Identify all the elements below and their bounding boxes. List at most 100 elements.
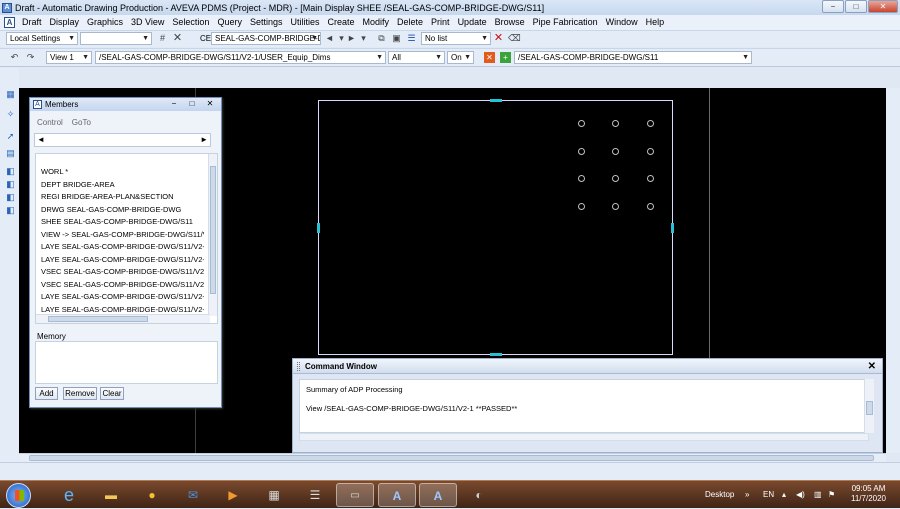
list-item-current[interactable]: VIEW -> SEAL-GAS-COMP-BRIDGE-DWG/S11/V2 [41,229,204,241]
drag-grip-icon[interactable] [297,362,300,371]
command-output[interactable]: Summary of ADP Processing View /SEAL-GAS… [299,379,869,433]
menu-display[interactable]: Display [46,15,84,30]
menu-update[interactable]: Update [454,15,491,30]
volume-icon[interactable]: ◀) [796,481,805,509]
language-indicator[interactable]: EN [763,481,774,509]
maximize-button[interactable]: □ [184,99,200,109]
list-item[interactable]: LAYE SEAL-GAS-COMP-BRIDGE-DWG/S11/V2- [41,241,204,253]
sheet-combo[interactable]: /SEAL-GAS-COMP-BRIDGE-DWG/S11 ▼ [514,51,752,64]
sheet-handle[interactable] [671,223,674,233]
clear-button[interactable]: Clear [100,387,124,400]
list-item[interactable]: REGI BRIDGE-AREA-PLAN&SECTION [41,191,204,203]
members-menu-goto[interactable]: GoTo [72,118,91,127]
document-icon[interactable]: ☰ [296,483,334,507]
memory-list[interactable] [35,341,218,384]
delete-red-x-icon[interactable]: ✕ [493,33,504,44]
list-item[interactable]: DRWG SEAL-GAS-COMP-BRIDGE-DWG [41,204,204,216]
arrow-tool-icon[interactable]: ➚ [5,131,16,142]
scrollbar-thumb[interactable] [48,316,148,322]
list-item[interactable]: LAYE SEAL-GAS-COMP-BRIDGE-DWG/S11/V2- [41,254,204,266]
menu-create[interactable]: Create [324,15,359,30]
close-icon[interactable]: ✕ [868,359,876,374]
list-item[interactable]: DEPT BRIDGE-AREA [41,179,204,191]
hash-icon[interactable]: # [157,33,168,44]
layer-tool-icon[interactable]: ◧ [5,179,16,190]
grid-tool-icon[interactable]: ▦ [5,89,16,100]
layer-tool-icon[interactable]: ◧ [5,192,16,203]
undo-icon[interactable]: ↶ [9,52,20,63]
forward-arrow-icon[interactable]: ► [346,33,357,44]
members-nav-bar[interactable]: ◄ ► [34,133,211,147]
close-x-icon[interactable]: ✕ [172,33,183,44]
chrome-icon[interactable]: ● [133,483,171,507]
menu-help[interactable]: Help [642,15,669,30]
scroll-left-icon[interactable]: ◄ [37,134,45,146]
outlook-icon[interactable]: ✉ [174,483,212,507]
menu-draft[interactable]: Draft [18,15,46,30]
close-button[interactable]: ✕ [202,99,218,109]
back-arrow-icon[interactable]: ◄ [324,33,335,44]
file-explorer-icon[interactable]: ▬ [92,483,130,507]
filter-combo[interactable]: All ▼ [388,51,445,64]
save-icon[interactable]: ▣ [391,33,402,44]
minimize-button[interactable]: − [166,99,182,109]
desktop-toolbar[interactable]: Desktop [705,481,734,509]
ce-combo[interactable]: SEAL-GAS-COMP-BRIDGE-D ▼ [211,32,321,45]
list-item[interactable]: VSEC SEAL-GAS-COMP-BRIDGE-DWG/S11/V2- [41,266,204,278]
members-list[interactable]: WORL * DEPT BRIDGE-AREA REGI BRIDGE-AREA… [35,153,218,324]
dropdown-arrow-icon[interactable]: ▾ [358,33,369,44]
list-icon[interactable]: ☰ [406,33,417,44]
remove-button[interactable]: Remove [63,387,97,400]
menu-utilities[interactable]: Utilities [286,15,323,30]
menu-browse[interactable]: Browse [491,15,529,30]
members-horizontal-scrollbar[interactable] [36,314,210,323]
aveva-icon[interactable]: A [419,483,457,507]
close-button[interactable]: ✕ [868,0,898,13]
menu-delete[interactable]: Delete [393,15,427,30]
maximize-button[interactable]: □ [845,0,867,13]
internet-explorer-icon[interactable]: e [50,483,88,507]
start-button[interactable] [6,483,31,508]
list-item[interactable]: WORL * [41,166,204,178]
green-plus-icon[interactable]: + [500,52,511,63]
settings-combo[interactable]: Local Settings ▼ [6,32,78,45]
eraser-icon[interactable]: ⌫ [508,33,521,44]
layer-tool-icon[interactable]: ◧ [5,166,16,177]
redo-icon[interactable]: ↷ [25,52,36,63]
sheet-handle[interactable] [490,353,502,356]
scroll-right-icon[interactable]: ► [200,134,208,146]
snap-tool-icon[interactable]: ✧ [5,109,16,120]
sheet-frame[interactable] [317,99,674,356]
clock[interactable]: 09:05 AM 11/7/2020 [851,484,886,504]
menu-3d-view[interactable]: 3D View [127,15,168,30]
flag-icon[interactable]: ⚑ [828,481,835,509]
menu-pipe-fabrication[interactable]: Pipe Fabrication [529,15,602,30]
list-combo[interactable]: No list ▼ [421,32,491,45]
layer-tool-icon[interactable]: ◧ [5,205,16,216]
menu-graphics[interactable]: Graphics [83,15,127,30]
network-icon[interactable]: ▥ [814,481,822,509]
members-vertical-scrollbar[interactable] [208,154,217,316]
scrollbar-thumb[interactable] [866,401,873,415]
command-horizontal-scrollbar[interactable] [299,433,869,441]
document-icon[interactable]: A [4,17,15,28]
command-vertical-scrollbar[interactable] [864,379,874,433]
aveva-icon[interactable]: A [378,483,416,507]
command-prompt-icon[interactable]: ▭ [336,483,374,507]
tray-up-arrow-icon[interactable]: ▴ [782,481,786,509]
scrollbar-thumb[interactable] [29,455,874,461]
double-chevron-icon[interactable]: » [745,481,749,509]
canvas-horizontal-scrollbar[interactable] [19,453,886,462]
sheet-handle[interactable] [317,223,320,233]
menu-query[interactable]: Query [213,15,246,30]
scrollbar-thumb[interactable] [210,166,216,294]
media-player-icon[interactable]: ▶ [214,483,252,507]
menu-modify[interactable]: Modify [359,15,394,30]
minimize-button[interactable]: − [822,0,844,13]
orange-x-icon[interactable]: ✕ [484,52,495,63]
menu-window[interactable]: Window [602,15,642,30]
list-item[interactable]: SHEE SEAL-GAS-COMP-BRIDGE-DWG/S11 [41,216,204,228]
view-path-combo[interactable]: /SEAL-GAS-COMP-BRIDGE-DWG/S11/V2-1/USER_… [95,51,386,64]
menu-print[interactable]: Print [427,15,454,30]
app-icon[interactable]: ◐ [460,483,498,507]
